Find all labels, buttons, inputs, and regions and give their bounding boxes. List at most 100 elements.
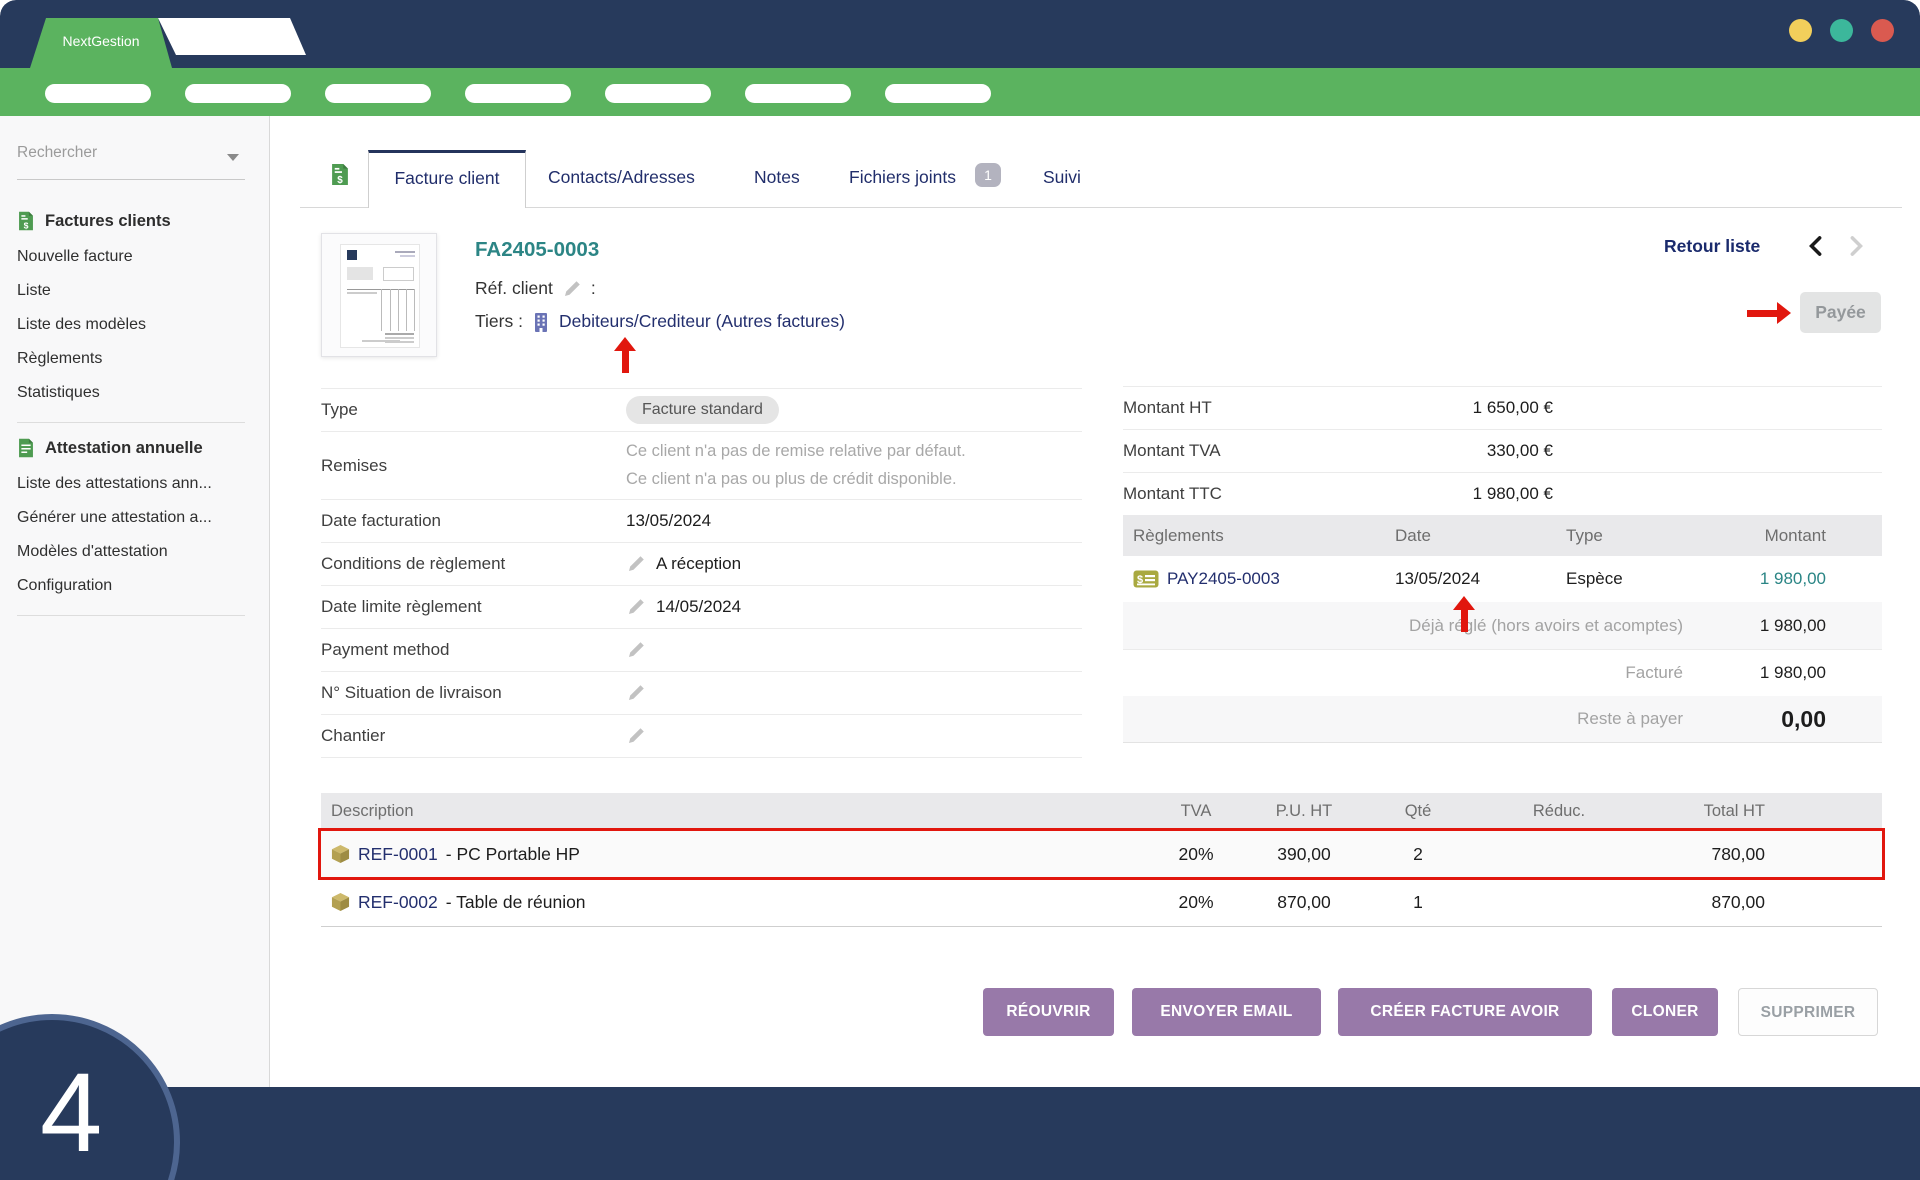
reopen-button[interactable]: RÉOUVRIR <box>983 988 1114 1036</box>
sidebar-item-configuration[interactable]: Configuration <box>17 569 269 603</box>
sidebar-search <box>17 144 245 180</box>
detail-row-conditions: Conditions de règlement A réception <box>321 542 1082 585</box>
annotation-arrow-right-paid <box>1747 302 1791 324</box>
edit-pencil-icon[interactable] <box>626 640 646 660</box>
browser-tab-active[interactable]: NextGestion <box>30 18 172 68</box>
minimize-light[interactable] <box>1789 19 1812 42</box>
maximize-light[interactable] <box>1830 19 1853 42</box>
edit-pencil-icon[interactable] <box>626 683 646 703</box>
sidebar-section-header[interactable]: Attestation annuelle <box>17 437 269 459</box>
chevron-right-icon[interactable] <box>1850 235 1864 257</box>
footer-bar <box>0 1087 1920 1180</box>
col-qte: Qté <box>1357 802 1479 821</box>
line-qty: 2 <box>1357 844 1479 865</box>
window-controls <box>1789 19 1894 42</box>
summary-label: Déjà réglé (hors avoirs et acomptes) <box>1123 616 1683 636</box>
invoice-thumbnail[interactable] <box>321 233 437 357</box>
menu-pill[interactable] <box>745 84 851 103</box>
sidebar-item-liste-attestations[interactable]: Liste des attestations ann... <box>17 467 269 501</box>
tab-fichiers-joints[interactable]: Fichiers joints <box>849 167 956 188</box>
app-title: NextGestion <box>62 33 139 49</box>
detail-label: Date facturation <box>321 511 626 531</box>
detail-label: Chantier <box>321 726 626 746</box>
sidebar-item-modeles-attestation[interactable]: Modèles d'attestation <box>17 535 269 569</box>
edit-pencil-icon[interactable] <box>562 279 582 299</box>
summary-row-deja-regle: Déjà réglé (hors avoirs et acomptes) 1 9… <box>1123 602 1882 649</box>
detail-row-date-limite: Date limite règlement 14/05/2024 <box>321 585 1082 628</box>
detail-value: A réception <box>656 554 741 574</box>
payment-amount[interactable]: 1 980,00 <box>1726 569 1882 589</box>
sidebar-item-reglements[interactable]: Règlements <box>17 342 269 376</box>
sidebar-item-liste-modeles[interactable]: Liste des modèles <box>17 308 269 342</box>
edit-pencil-icon[interactable] <box>626 554 646 574</box>
menu-pill[interactable] <box>465 84 571 103</box>
detail-row-date-facturation: Date facturation 13/05/2024 <box>321 499 1082 542</box>
lines-header-row: Description TVA P.U. HT Qté Réduc. Total… <box>321 793 1882 830</box>
total-value: 1 650,00 € <box>1403 398 1553 418</box>
sidebar: $ Factures clients Nouvelle facture List… <box>0 116 270 1087</box>
ref-client-row: Réf. client : <box>475 278 596 299</box>
clone-button[interactable]: CLONER <box>1612 988 1718 1036</box>
remise-note: Ce client n'a pas de remise relative par… <box>626 438 966 465</box>
line-total: 870,00 <box>1639 892 1765 913</box>
menu-pill[interactable] <box>45 84 151 103</box>
total-value: 1 980,00 € <box>1403 484 1553 504</box>
totals-panel: Montant HT 1 650,00 € Montant TVA 330,00… <box>1123 386 1882 743</box>
sidebar-section-factures: $ Factures clients Nouvelle facture List… <box>17 210 269 423</box>
detail-label: Payment method <box>321 640 626 660</box>
divider <box>17 615 245 616</box>
section-title: Attestation annuelle <box>45 439 203 458</box>
detail-label: Type <box>321 400 626 420</box>
total-label: Montant HT <box>1123 398 1403 418</box>
sidebar-section-header[interactable]: $ Factures clients <box>17 210 269 232</box>
colon: : <box>591 278 596 299</box>
chevron-left-icon[interactable] <box>1808 235 1822 257</box>
chevron-down-icon[interactable] <box>227 154 239 161</box>
edit-pencil-icon[interactable] <box>626 726 646 746</box>
close-light[interactable] <box>1871 19 1894 42</box>
search-input[interactable] <box>17 144 217 162</box>
line-row-1: REF-0001 - PC Portable HP 20% 390,00 2 7… <box>321 830 1882 878</box>
menu-pill[interactable] <box>885 84 991 103</box>
tab-suivi[interactable]: Suivi <box>1043 167 1081 188</box>
tab-notes[interactable]: Notes <box>754 167 800 188</box>
tiers-link[interactable]: Debiteurs/Crediteur (Autres factures) <box>559 311 845 332</box>
sidebar-item-liste[interactable]: Liste <box>17 274 269 308</box>
edit-pencil-icon[interactable] <box>626 597 646 617</box>
col-total-ht: Total HT <box>1639 802 1765 821</box>
detail-label: Date limite règlement <box>321 597 626 617</box>
total-value: 330,00 € <box>1403 441 1553 461</box>
total-row-ttc: Montant TTC 1 980,00 € <box>1123 472 1882 515</box>
detail-row-payment-method: Payment method <box>321 628 1082 671</box>
detail-label: Remises <box>321 456 626 476</box>
browser-tab-inactive[interactable] <box>158 18 306 55</box>
product-ref-link[interactable]: REF-0002 <box>358 892 438 913</box>
sidebar-item-nouvelle-facture[interactable]: Nouvelle facture <box>17 240 269 274</box>
detail-value: 13/05/2024 <box>626 511 711 531</box>
invoice-type-badge: Facture standard <box>626 396 779 424</box>
main-content: $ Facture client Contacts/Adresses Notes… <box>270 116 1920 1087</box>
sidebar-item-statistiques[interactable]: Statistiques <box>17 376 269 410</box>
tiers-row: Tiers : Debiteurs/Crediteur (Autres fact… <box>475 311 845 332</box>
tab-facture-client[interactable]: Facture client <box>368 150 526 208</box>
back-to-list-link[interactable]: Retour liste <box>1664 236 1760 257</box>
invoice-icon: $ <box>330 162 350 187</box>
send-email-button[interactable]: ENVOYER EMAIL <box>1132 988 1321 1036</box>
menu-pill[interactable] <box>185 84 291 103</box>
create-credit-note-button[interactable]: CRÉER FACTURE AVOIR <box>1338 988 1592 1036</box>
col-pu-ht: P.U. HT <box>1251 802 1357 821</box>
tab-contacts-adresses[interactable]: Contacts/Adresses <box>548 167 695 188</box>
payment-row: $ PAY2405-0003 13/05/2024 Espèce 1 980,0… <box>1123 556 1882 602</box>
detail-label: Conditions de règlement <box>321 554 626 574</box>
detail-value: 14/05/2024 <box>656 597 741 617</box>
col-reglements: Règlements <box>1123 526 1395 546</box>
sidebar-item-generer-attestation[interactable]: Générer une attestation a... <box>17 501 269 535</box>
menu-pill[interactable] <box>605 84 711 103</box>
total-row-ht: Montant HT 1 650,00 € <box>1123 386 1882 429</box>
product-cube-icon <box>331 844 350 864</box>
payment-type: Espèce <box>1566 569 1726 589</box>
status-badge-paid: Payée <box>1800 292 1881 333</box>
payment-ref-link[interactable]: PAY2405-0003 <box>1167 569 1280 589</box>
menu-pill[interactable] <box>325 84 431 103</box>
product-ref-link[interactable]: REF-0001 <box>358 844 438 865</box>
